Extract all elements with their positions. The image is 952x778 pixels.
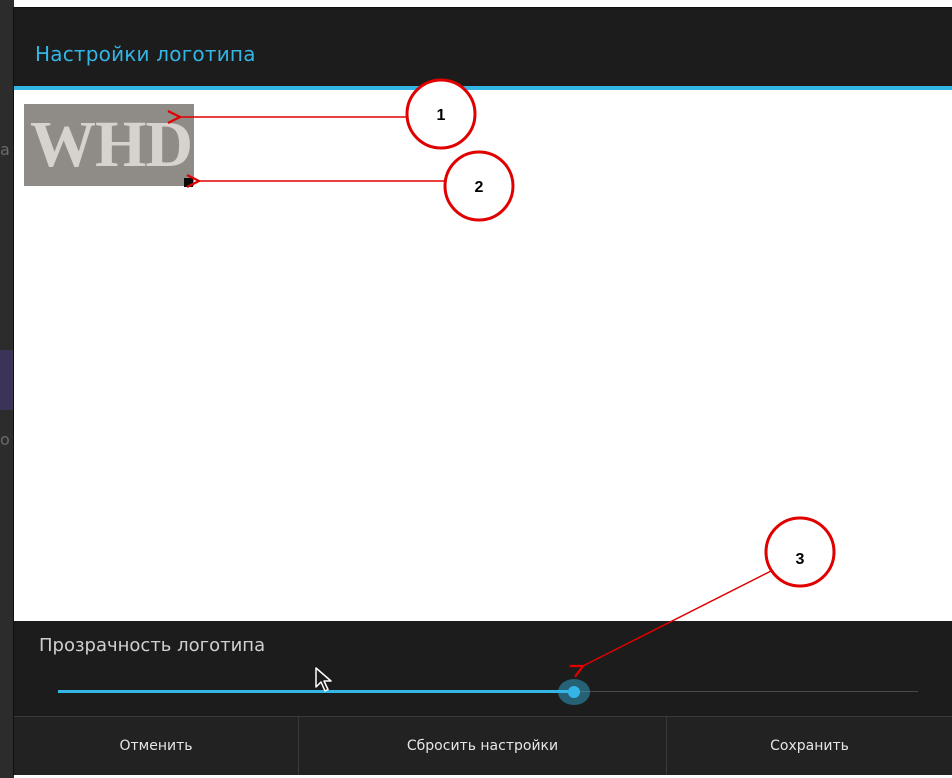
background-purple-bar [0,350,14,410]
dialog-title-bar: Настройки логотипа [14,8,952,86]
background-text-fragment: о [0,430,10,449]
opacity-controls: Прозрачность логотипа [14,621,952,716]
logo-text: WHD [30,108,193,181]
opacity-slider[interactable] [58,679,918,705]
logo-preview-canvas: WHD [14,90,952,621]
opacity-label: Прозрачность логотипа [39,635,266,656]
reset-settings-button[interactable]: Сбросить настройки [299,717,667,775]
logo-image[interactable]: WHD [24,104,194,186]
dialog-title: Настройки логотипа [35,42,256,66]
logo-settings-dialog: Настройки логотипа WHD Прозрачность лого… [14,8,952,775]
dialog-buttons: Отменить Сбросить настройки Сохранить [14,716,952,775]
background-text-fragment: а [0,140,10,159]
mouse-cursor-icon [315,667,332,692]
slider-thumb[interactable] [568,686,580,698]
save-button[interactable]: Сохранить [667,717,952,775]
cancel-button[interactable]: Отменить [14,717,299,775]
background-app: а о [0,0,14,778]
logo-resize-handle[interactable] [184,178,193,187]
